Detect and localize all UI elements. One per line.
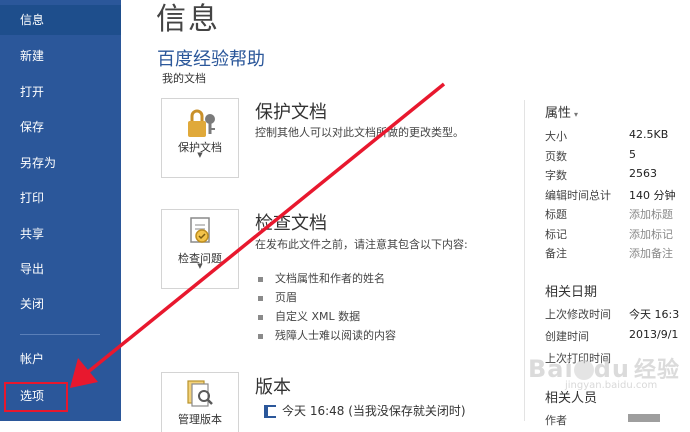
- author-label: 作者: [545, 414, 567, 427]
- caret-down-icon: ▾: [574, 110, 579, 119]
- tags-field[interactable]: 添加标记: [629, 226, 673, 242]
- nav-close[interactable]: 关闭: [0, 289, 121, 319]
- nav-info[interactable]: 信息: [0, 5, 121, 35]
- chevron-down-icon: ▼: [197, 262, 203, 270]
- manage-versions-button[interactable]: 管理版本: [161, 372, 239, 432]
- document-location: 我的文档: [162, 72, 206, 85]
- comments-field[interactable]: 添加备注: [629, 245, 673, 261]
- property-title: 标题 添加标题: [545, 206, 673, 222]
- page-title: 信息: [156, 2, 220, 37]
- column-divider: [524, 100, 525, 421]
- nav-open[interactable]: 打开: [0, 77, 121, 107]
- properties-header[interactable]: 属性 ▾: [545, 102, 578, 121]
- nav-print[interactable]: 打印: [0, 183, 121, 213]
- property-comments: 备注 添加备注: [545, 245, 673, 261]
- protect-document-button[interactable]: 保护文档 ▼: [161, 98, 239, 178]
- options-highlight-box: [4, 382, 68, 412]
- versions-title: 版本: [255, 377, 291, 398]
- versions-search-icon: [187, 380, 213, 407]
- nav-export[interactable]: 导出: [0, 254, 121, 284]
- property-size: 大小 42.5KB: [545, 128, 669, 143]
- inspect-document-icon: [190, 217, 210, 243]
- inspect-description: 在发布此文件之前，请注意其包含以下内容:: [255, 238, 468, 251]
- nav-account[interactable]: 帐户: [0, 344, 121, 374]
- nav-new[interactable]: 新建: [0, 41, 121, 71]
- versions-tile-label: 管理版本: [178, 413, 222, 426]
- property-edit-time: 编辑时间总计 140 分钟: [545, 189, 676, 202]
- inspect-title: 检查文档: [255, 213, 327, 234]
- protect-title: 保护文档: [255, 102, 327, 123]
- inspect-bullet: 页眉: [258, 289, 297, 305]
- date-last-modified: 上次修改时间 今天 16:3: [545, 308, 680, 321]
- nav-save[interactable]: 保存: [0, 112, 121, 142]
- nav-save-as[interactable]: 另存为: [0, 148, 121, 178]
- inspect-bullet: 文档属性和作者的姓名: [258, 270, 385, 286]
- title-field[interactable]: 添加标题: [629, 206, 673, 222]
- document-name: 百度经验帮助: [157, 49, 265, 70]
- watermark-url: jingyan.baidu.com: [565, 380, 658, 391]
- date-created: 创建时间 2013/9/1: [545, 328, 679, 343]
- version-entry[interactable]: 今天 16:48 (当我没保存就关闭时): [264, 402, 466, 419]
- nav-divider: [20, 334, 100, 335]
- property-pages: 页数 5: [545, 148, 636, 163]
- property-tags: 标记 添加标记: [545, 226, 673, 242]
- word-document-icon: [264, 405, 276, 418]
- related-dates-header: 相关日期: [545, 285, 598, 300]
- protect-description: 控制其他人可以对此文档所做的更改类型。: [255, 126, 464, 139]
- lock-key-icon: [188, 109, 215, 137]
- backstage-sidebar: 信息 新建 打开 保存 另存为 打印 共享 导出 关闭 帐户 选项: [0, 0, 121, 421]
- property-words: 字数 2563: [545, 167, 657, 182]
- nav-share[interactable]: 共享: [0, 219, 121, 249]
- chevron-down-icon: ▼: [197, 151, 203, 159]
- check-for-issues-button[interactable]: 检查问题 ▼: [161, 209, 239, 289]
- inspect-bullet: 自定义 XML 数据: [258, 308, 360, 324]
- paw-icon: [573, 360, 594, 380]
- inspect-bullet: 残障人士难以阅读的内容: [258, 327, 396, 343]
